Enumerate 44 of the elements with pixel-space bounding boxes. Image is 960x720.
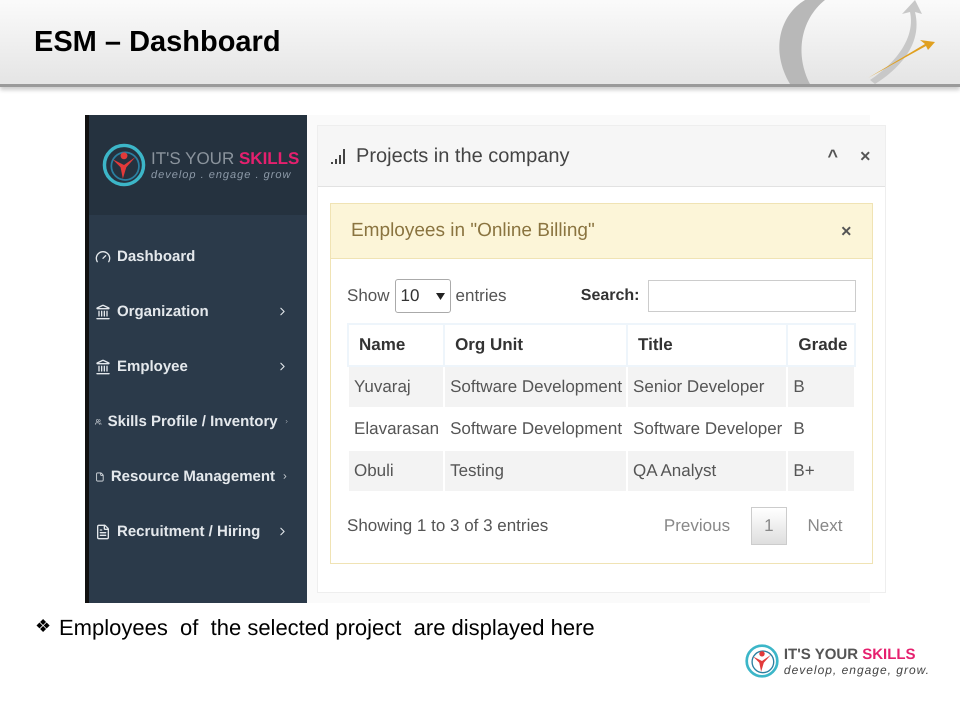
column-header[interactable]: Org Unit bbox=[444, 324, 628, 366]
entries-label: entries bbox=[456, 286, 507, 306]
search-field[interactable] bbox=[648, 280, 856, 312]
table-cell: B bbox=[787, 366, 854, 408]
logo-icon bbox=[101, 142, 147, 188]
sidebar-item[interactable]: Recruitment / Hiring bbox=[89, 504, 307, 559]
table-cell: Testing bbox=[444, 450, 628, 492]
column-header[interactable]: Name bbox=[348, 324, 444, 366]
close-button[interactable]: × bbox=[860, 146, 870, 166]
collapse-button[interactable]: ^ bbox=[827, 146, 838, 166]
table-cell: Obuli bbox=[348, 450, 444, 492]
signal-bars-icon bbox=[330, 147, 348, 165]
bullet-text: Employees of the selected project are displayed here bbox=[59, 615, 595, 641]
card-title: Employees in "Online Billing" bbox=[351, 220, 595, 242]
table-cell: B+ bbox=[787, 450, 854, 492]
bank-icon bbox=[95, 304, 111, 320]
slide-title: ESM – Dashboard bbox=[34, 26, 281, 58]
dashboard-icon bbox=[95, 248, 111, 264]
show-label: Show bbox=[347, 286, 390, 306]
logo-tagline: develop, engage, grow. bbox=[784, 662, 930, 676]
search-label: Search: bbox=[580, 287, 640, 305]
sidebar-item[interactable]: Dashboard bbox=[89, 229, 307, 284]
document-icon bbox=[95, 524, 111, 540]
table-cell: QA Analyst bbox=[627, 450, 788, 492]
logo-tagline: develop . engage . grow bbox=[151, 169, 292, 181]
logo-name: IT'S YOUR SKILLS bbox=[784, 646, 917, 662]
sidebar-item[interactable]: Organization bbox=[89, 284, 307, 339]
table-cell: Yuvaraj bbox=[348, 366, 444, 408]
table-cell: Software Development bbox=[444, 366, 628, 408]
table-info: Showing 1 to 3 of 3 entries bbox=[347, 516, 548, 536]
panel-title: Projects in the company bbox=[356, 144, 570, 168]
pagination-button[interactable]: Previous bbox=[650, 507, 744, 545]
close-button[interactable]: × bbox=[840, 220, 852, 242]
bank-icon bbox=[95, 358, 111, 374]
entries-dropdown[interactable]: 10 bbox=[394, 279, 451, 313]
sidebar-item[interactable]: Employee bbox=[89, 339, 307, 394]
dropdown-caret-icon bbox=[436, 292, 445, 300]
pagination-button[interactable]: Next bbox=[794, 507, 856, 545]
sidebar-item[interactable]: Skills Profile / Inventory bbox=[89, 394, 307, 449]
sidebar-item[interactable]: Resource Management bbox=[89, 449, 307, 504]
table-cell: Senior Developer bbox=[627, 366, 788, 408]
logo-name: IT'S YOUR SKILLS bbox=[151, 149, 300, 169]
bullet-icon: ❖ bbox=[35, 615, 51, 641]
logo-icon bbox=[744, 643, 780, 679]
